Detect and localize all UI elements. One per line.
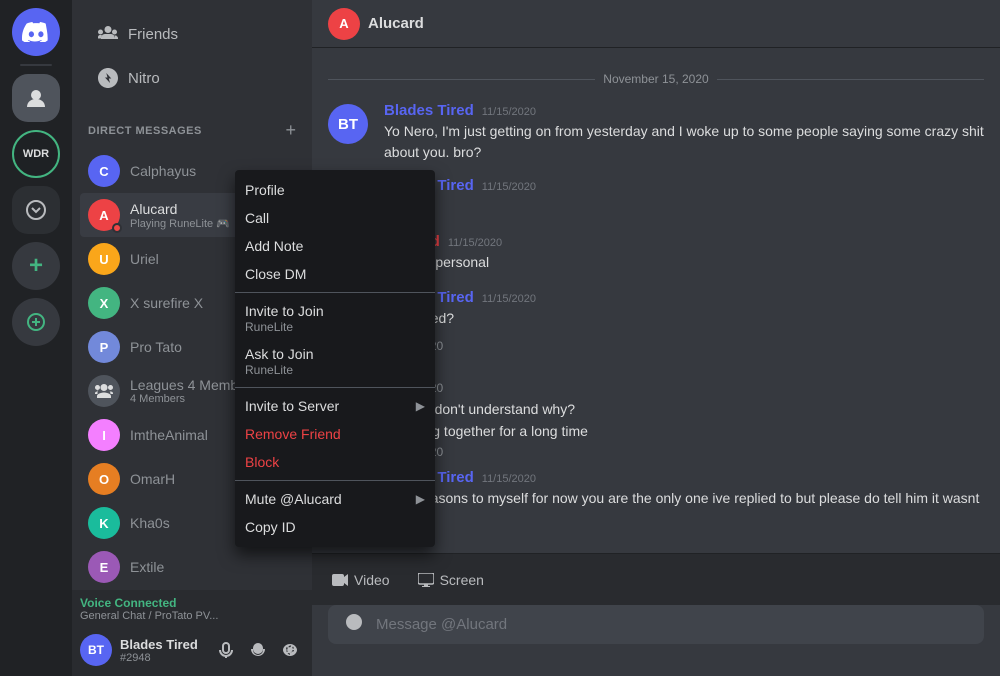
ctx-mute-arrow: ▶ xyxy=(416,492,425,506)
ctx-invite-server[interactable]: Invite to Server ▶ xyxy=(235,392,435,420)
ctx-remove-friend-label: Remove Friend xyxy=(245,426,425,442)
ctx-mute-label: Mute @Alucard xyxy=(245,491,416,507)
ctx-separator-2 xyxy=(235,387,435,388)
ctx-profile-label: Profile xyxy=(245,182,425,198)
ctx-ask-join-label: Ask to Join xyxy=(245,346,313,362)
ctx-call-label: Call xyxy=(245,210,425,226)
ctx-copy-id-label: Copy ID xyxy=(245,519,425,535)
app-root: WDR + Friends Nitro DIR xyxy=(0,0,1000,676)
ctx-call[interactable]: Call xyxy=(235,204,435,232)
ctx-invite-join-label: Invite to Join xyxy=(245,303,324,319)
ctx-profile[interactable]: Profile xyxy=(235,176,435,204)
ctx-invite-join-sub: RuneLite xyxy=(245,320,324,334)
ctx-separator-3 xyxy=(235,480,435,481)
context-menu: Profile Call Add Note Close DM Invite to… xyxy=(235,170,435,547)
ctx-copy-id[interactable]: Copy ID xyxy=(235,513,435,541)
ctx-ask-join-sub: RuneLite xyxy=(245,363,313,377)
ctx-add-note[interactable]: Add Note xyxy=(235,232,435,260)
ctx-add-note-label: Add Note xyxy=(245,238,425,254)
ctx-block-label: Block xyxy=(245,454,425,470)
ctx-close-dm[interactable]: Close DM xyxy=(235,260,435,288)
ctx-separator-1 xyxy=(235,292,435,293)
ctx-invite-server-arrow: ▶ xyxy=(416,399,425,413)
ctx-mute[interactable]: Mute @Alucard ▶ xyxy=(235,485,435,513)
ctx-ask-join[interactable]: Ask to Join RuneLite xyxy=(235,340,435,383)
context-menu-overlay[interactable]: Profile Call Add Note Close DM Invite to… xyxy=(0,0,1000,676)
ctx-invite-join[interactable]: Invite to Join RuneLite xyxy=(235,297,435,340)
ctx-block[interactable]: Block xyxy=(235,448,435,476)
ctx-invite-server-label: Invite to Server xyxy=(245,398,416,414)
ctx-remove-friend[interactable]: Remove Friend xyxy=(235,420,435,448)
ctx-ask-join-text: Ask to Join RuneLite xyxy=(245,346,313,377)
ctx-invite-join-text: Invite to Join RuneLite xyxy=(245,303,324,334)
ctx-close-dm-label: Close DM xyxy=(245,266,425,282)
